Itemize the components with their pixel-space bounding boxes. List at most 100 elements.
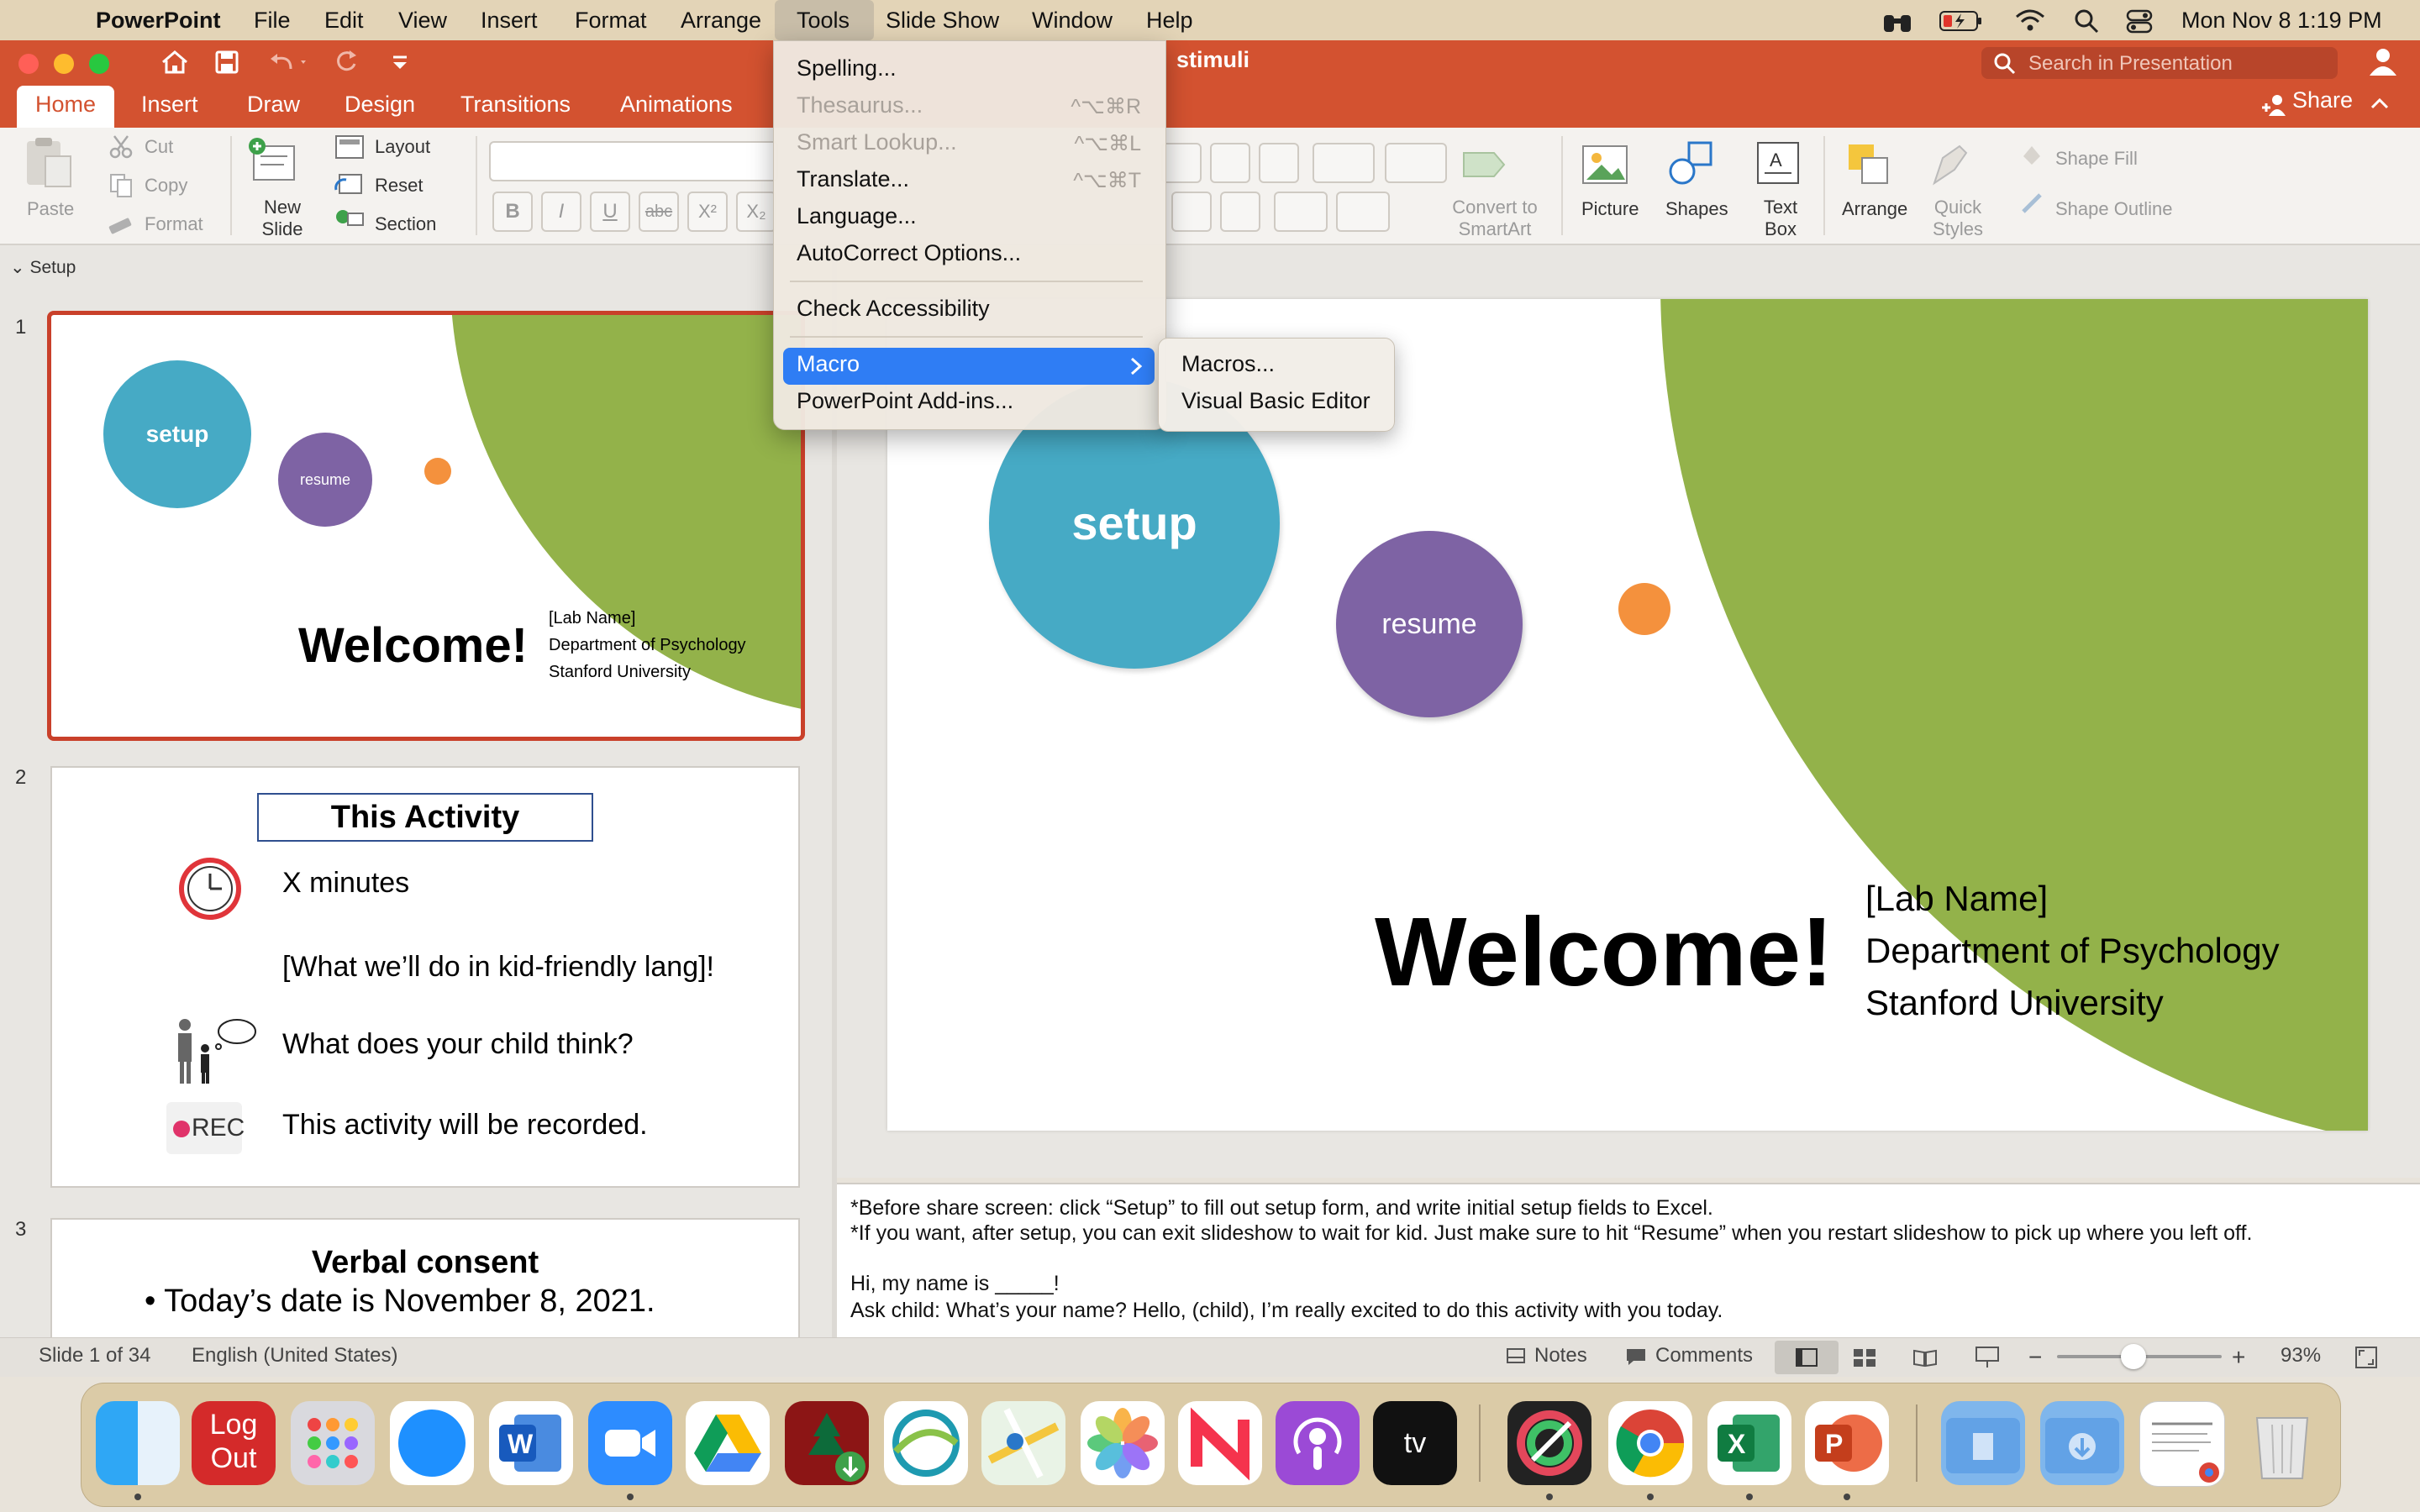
zoom-window-button[interactable] xyxy=(89,54,109,74)
tab-insert[interactable]: Insert xyxy=(141,86,198,128)
arrange-label[interactable]: Arrange xyxy=(1842,198,1907,220)
downloads-folder-icon[interactable] xyxy=(2040,1401,2124,1485)
microsoft-powerpoint-icon[interactable]: P xyxy=(1805,1401,1889,1485)
menu-window[interactable]: Window xyxy=(1032,0,1113,40)
zoom-in-button[interactable]: + xyxy=(2232,1344,2245,1371)
share-button[interactable]: Share xyxy=(2292,87,2353,113)
menu-edit[interactable]: Edit xyxy=(324,0,364,40)
department-text[interactable]: Department of Psychology xyxy=(1865,931,2280,971)
minimize-window-button[interactable] xyxy=(54,54,74,74)
superscript-button[interactable]: X² xyxy=(687,192,728,232)
welcome-title[interactable]: Welcome! xyxy=(1375,895,1833,1008)
fit-to-window-icon[interactable] xyxy=(2354,1346,2378,1369)
new-slide-label[interactable]: New Slide xyxy=(260,197,304,240)
account-icon[interactable] xyxy=(2366,45,2400,79)
orange-dot-shape[interactable] xyxy=(1618,583,1670,635)
language-indicator[interactable]: English (United States) xyxy=(192,1344,397,1368)
undo-icon[interactable] xyxy=(262,45,313,79)
menu-item-powerpoint-addins[interactable]: PowerPoint Add-ins... xyxy=(797,388,1013,414)
notes-toggle[interactable]: Notes xyxy=(1534,1344,1587,1368)
columns-button[interactable] xyxy=(1385,143,1447,183)
menu-file[interactable]: File xyxy=(254,0,291,40)
color-picker-tool-icon[interactable] xyxy=(1507,1401,1591,1485)
speaker-notes-pane[interactable]: *Before share screen: click “Setup” to f… xyxy=(837,1183,2420,1339)
podcasts-icon[interactable] xyxy=(1276,1401,1360,1485)
lab-name-text[interactable]: [Lab Name] xyxy=(1865,879,2048,919)
reset-label[interactable]: Reset xyxy=(375,175,423,197)
convert-smartart-icon[interactable] xyxy=(1460,144,1507,185)
menu-slide-show[interactable]: Slide Show xyxy=(886,0,999,40)
close-window-button[interactable] xyxy=(18,54,39,74)
align-text-button[interactable] xyxy=(1336,192,1390,232)
reset-icon[interactable] xyxy=(334,171,365,198)
log-out-app-icon[interactable]: Log Out xyxy=(192,1401,276,1485)
shapes-icon[interactable] xyxy=(1665,139,1716,190)
university-text[interactable]: Stanford University xyxy=(1865,983,2164,1023)
tab-home[interactable]: Home xyxy=(17,86,115,128)
format-painter-label[interactable]: Format xyxy=(145,213,203,235)
menu-item-thesaurus[interactable]: Thesaurus... xyxy=(797,92,923,118)
layout-icon[interactable] xyxy=(334,134,365,161)
shapes-label[interactable]: Shapes xyxy=(1665,198,1728,220)
reading-view-icon[interactable] xyxy=(1912,1347,1938,1368)
text-box-label[interactable]: Text Box xyxy=(1760,197,1802,240)
wifi-icon[interactable] xyxy=(2015,8,2045,32)
comments-icon[interactable] xyxy=(1625,1347,1647,1366)
notes-line[interactable]: *If you want, after setup, you can exit … xyxy=(850,1221,2252,1246)
quick-styles-label[interactable]: Quick Styles xyxy=(1933,197,1983,240)
comments-toggle[interactable]: Comments xyxy=(1655,1344,1753,1368)
align-center-button[interactable] xyxy=(1171,192,1212,232)
binoculars-icon[interactable] xyxy=(1882,8,1912,34)
new-slide-icon[interactable] xyxy=(247,136,301,190)
zoom-out-button[interactable]: − xyxy=(2028,1344,2042,1371)
notes-line[interactable]: Hi, my name is _____! xyxy=(850,1272,1060,1296)
notes-icon[interactable] xyxy=(1506,1347,1526,1364)
home-icon[interactable] xyxy=(158,45,192,79)
resume-button-shape[interactable]: resume xyxy=(1336,531,1523,717)
maps-icon[interactable] xyxy=(981,1401,1065,1485)
copy-icon[interactable] xyxy=(108,171,134,198)
submenu-item-visual-basic-editor[interactable]: Visual Basic Editor xyxy=(1181,388,1370,414)
menu-help[interactable]: Help xyxy=(1146,0,1193,40)
collapse-ribbon-icon[interactable] xyxy=(2370,94,2390,114)
zoom-icon[interactable] xyxy=(588,1401,672,1485)
submenu-item-macros[interactable]: Macros... xyxy=(1181,351,1275,377)
slide-sorter-icon[interactable] xyxy=(1852,1347,1877,1368)
redo-icon[interactable] xyxy=(329,45,363,79)
strikethrough-button[interactable]: abc xyxy=(639,192,679,232)
slide-thumbnail-2[interactable]: This Activity X minutes [What we’ll do i… xyxy=(50,766,800,1188)
save-icon[interactable] xyxy=(210,45,244,79)
tab-draw[interactable]: Draw xyxy=(247,86,300,128)
decrease-indent-button[interactable] xyxy=(1210,143,1250,183)
zoom-slider-thumb[interactable] xyxy=(2121,1344,2146,1369)
menu-item-spelling[interactable]: Spelling... xyxy=(797,55,897,81)
convert-smartart-label[interactable]: Convert to SmartArt xyxy=(1449,197,1541,240)
format-painter-icon[interactable] xyxy=(108,210,134,237)
shape-outline-icon[interactable] xyxy=(2018,190,2045,217)
control-center-icon[interactable] xyxy=(2126,8,2153,34)
shape-fill-label[interactable]: Shape Fill xyxy=(2055,148,2138,170)
tab-transitions[interactable]: Transitions xyxy=(460,86,571,128)
italic-button[interactable]: I xyxy=(541,192,581,232)
text-direction-button[interactable] xyxy=(1274,192,1328,232)
tab-design[interactable]: Design xyxy=(345,86,415,128)
menu-item-language[interactable]: Language... xyxy=(797,203,917,229)
trash-icon[interactable] xyxy=(2240,1401,2324,1485)
underline-button[interactable]: U xyxy=(590,192,630,232)
menu-view[interactable]: View xyxy=(398,0,447,40)
paste-label[interactable]: Paste xyxy=(27,198,74,220)
recent-document-icon[interactable] xyxy=(2139,1401,2225,1487)
menu-arrange[interactable]: Arrange xyxy=(681,0,761,40)
menu-item-autocorrect[interactable]: AutoCorrect Options... xyxy=(797,240,1021,266)
text-box-icon[interactable]: A xyxy=(1754,139,1802,190)
picture-icon[interactable] xyxy=(1580,141,1630,188)
font-name-field[interactable] xyxy=(489,141,778,181)
tab-animations[interactable]: Animations xyxy=(620,86,733,128)
microsoft-word-icon[interactable]: W xyxy=(489,1401,573,1485)
cut-icon[interactable] xyxy=(108,133,134,160)
normal-view-button[interactable] xyxy=(1775,1341,1839,1374)
quick-styles-icon[interactable] xyxy=(1926,141,1976,188)
menubar-clock[interactable]: Mon Nov 8 1:19 PM xyxy=(2181,0,2382,40)
news-icon[interactable] xyxy=(1178,1401,1262,1485)
menu-item-check-accessibility[interactable]: Check Accessibility xyxy=(797,296,990,322)
